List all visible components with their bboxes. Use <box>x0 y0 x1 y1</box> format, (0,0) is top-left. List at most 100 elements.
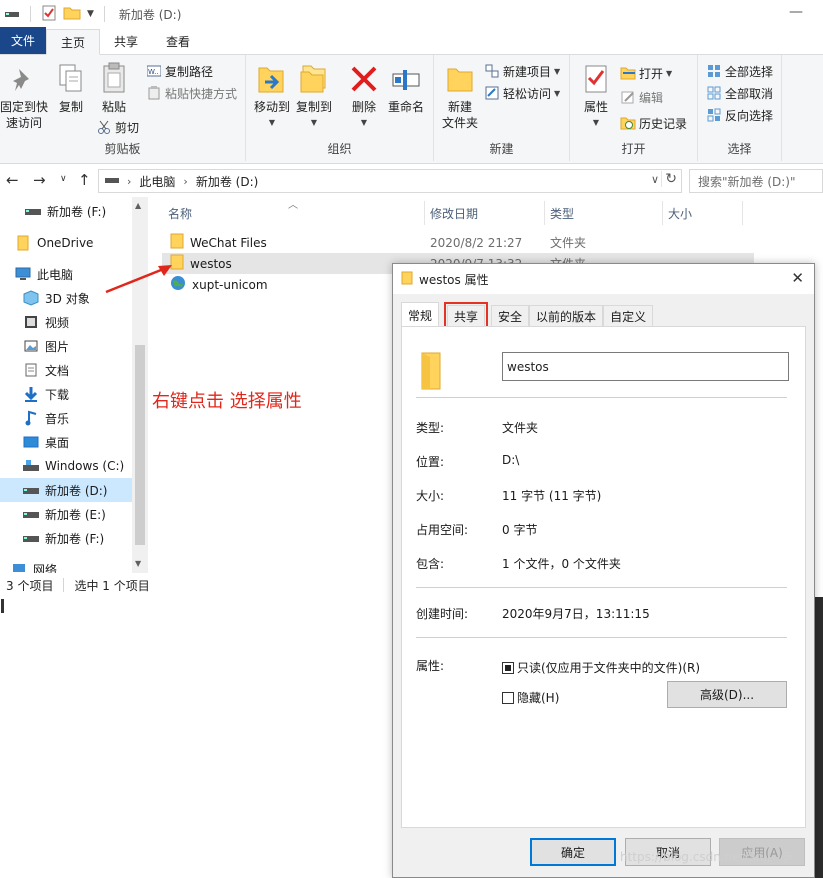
chevron-right-icon: › <box>183 174 188 188</box>
forward-button[interactable]: → <box>33 171 46 189</box>
tab-previous-versions[interactable]: 以前的版本 <box>529 305 604 327</box>
sidebar-item-videos[interactable]: 视频 <box>0 310 132 334</box>
paste-shortcut-button[interactable]: 粘贴快捷方式 <box>146 83 237 103</box>
rename-button[interactable]: 重命名 <box>386 61 426 115</box>
table-row[interactable]: WeChat Files 2020/8/2 21:27 文件夹 <box>162 232 754 253</box>
address-bar[interactable]: › 此电脑 › 新加卷 (D:) ∨ ↻ <box>98 169 682 193</box>
copy-label: 复制 <box>58 100 83 114</box>
tab-security[interactable]: 安全 <box>491 305 530 327</box>
music-icon <box>22 410 40 426</box>
sidebar-item-drive-d[interactable]: 新加卷 (D:) <box>0 478 132 502</box>
tab-view[interactable]: 查看 <box>152 28 204 54</box>
prop-label-type: 类型: <box>416 421 445 435</box>
scroll-up-icon[interactable]: ▲ <box>135 201 141 210</box>
sidebar-item-drive-f[interactable]: 新加卷 (F:) <box>0 526 132 550</box>
select-all-button[interactable]: 全部选择 <box>706 61 773 81</box>
column-divider[interactable] <box>424 201 425 225</box>
folder-icon <box>170 233 184 252</box>
sidebar-scrollbar[interactable]: ▲ ▼ <box>132 197 148 573</box>
back-button[interactable]: ← <box>6 171 19 189</box>
paste-button[interactable]: 粘贴 <box>96 61 132 115</box>
readonly-checkbox[interactable]: 只读(仅应用于文件夹中的文件)(R) <box>502 659 700 676</box>
tab-file[interactable]: 文件 <box>0 27 47 54</box>
breadcrumb-drive-d[interactable]: 新加卷 (D:) <box>196 173 258 190</box>
column-divider[interactable] <box>662 201 663 225</box>
recent-locations-button[interactable]: ∨ <box>60 174 67 184</box>
copy-to-button[interactable]: 复制到 ▼ <box>294 61 334 131</box>
tab-home[interactable]: 主页 <box>46 29 101 55</box>
move-to-label: 移动到 <box>253 100 290 114</box>
dialog-title-bar[interactable]: westos 属性 ✕ <box>393 264 814 294</box>
column-header-size[interactable]: 大小 <box>668 201 692 225</box>
select-none-button[interactable]: 全部取消 <box>706 83 773 103</box>
minimize-button[interactable]: — <box>789 4 803 20</box>
invert-selection-label: 反向选择 <box>725 108 774 123</box>
prop-value-type: 文件夹 <box>502 421 539 435</box>
move-to-button[interactable]: 移动到 ▼ <box>252 61 292 131</box>
sidebar-item-music[interactable]: 音乐 <box>0 406 132 430</box>
column-header-type[interactable]: 类型 <box>550 201 574 225</box>
sidebar-item-label: OneDrive <box>37 236 94 250</box>
address-row: ← → ∨ ↑ › 此电脑 › 新加卷 (D:) ∨ ↻ 搜索"新加卷 (D:)… <box>0 165 823 197</box>
toolbar-divider <box>103 6 105 22</box>
new-item-button[interactable]: 新建项目 ▼ <box>484 61 560 81</box>
properties-button[interactable]: 属性 ▼ <box>578 61 614 131</box>
invert-selection-button[interactable]: 反向选择 <box>706 105 773 125</box>
open-button[interactable]: 打开 ▼ <box>620 63 672 83</box>
tab-general[interactable]: 常规 <box>401 302 440 327</box>
sidebar-item-label: 桌面 <box>45 435 70 450</box>
address-dropdown-button[interactable]: ∨ <box>651 173 659 186</box>
sidebar-item-label: 3D 对象 <box>45 291 90 306</box>
copy-folder-icon <box>297 61 331 97</box>
advanced-button[interactable]: 高级(D)... <box>667 681 787 708</box>
new-folder-button[interactable]: 新建 文件夹 <box>438 61 482 131</box>
refresh-button[interactable]: ↻ <box>661 171 677 187</box>
edit-button[interactable]: 编辑 <box>620 87 663 107</box>
chevron-down-icon[interactable]: ▼ <box>87 9 94 19</box>
edit-label: 编辑 <box>639 90 664 105</box>
sidebar-item-drive-f-top[interactable]: 新加卷 (F:) <box>0 199 132 223</box>
new-group: 新建 文件夹 新建项目 ▼ 轻松访问 ▼ 新建 <box>434 55 570 161</box>
properties-check-icon[interactable] <box>41 5 57 24</box>
hidden-checkbox[interactable]: 隐藏(H) <box>502 689 559 706</box>
sidebar-item-downloads[interactable]: 下载 <box>0 382 132 406</box>
delete-button[interactable]: 删除 ▼ <box>348 61 380 131</box>
copy-path-button[interactable]: W.. 复制路径 <box>146 61 213 81</box>
new-folder-icon[interactable] <box>63 5 81 24</box>
ok-button[interactable]: 确定 <box>530 838 616 866</box>
tab-share[interactable]: 共享 <box>100 28 152 54</box>
tab-customize[interactable]: 自定义 <box>603 305 654 327</box>
properties-check-icon <box>579 61 613 97</box>
column-divider[interactable] <box>742 201 743 225</box>
chevron-down-icon: ▼ <box>268 118 276 127</box>
network-icon <box>10 561 28 573</box>
column-header-name[interactable]: 名称 <box>168 201 192 225</box>
breadcrumb-this-pc[interactable]: 此电脑 <box>139 173 175 190</box>
close-button[interactable]: ✕ <box>791 269 804 287</box>
sidebar-item-pictures[interactable]: 图片 <box>0 334 132 358</box>
open-label: 打开 <box>639 66 664 81</box>
sidebar-item-onedrive[interactable]: OneDrive <box>0 231 132 255</box>
sidebar-item-documents[interactable]: 文档 <box>0 358 132 382</box>
quick-access-toolbar: ▼ <box>0 5 109 24</box>
up-button[interactable]: ↑ <box>78 171 91 189</box>
history-button[interactable]: 历史记录 <box>620 113 687 133</box>
tab-sharing[interactable]: 共享 <box>444 302 489 330</box>
scroll-down-icon[interactable]: ▼ <box>135 559 141 568</box>
column-header-date[interactable]: 修改日期 <box>430 201 478 225</box>
sidebar-item-network[interactable]: 网络 <box>0 557 132 573</box>
search-input[interactable]: 搜索"新加卷 (D:)" <box>689 169 823 193</box>
cut-button[interactable]: 剪切 <box>96 117 139 137</box>
pin-quick-access-button[interactable]: 固定到快 速访问 <box>0 61 48 131</box>
easy-access-button[interactable]: 轻松访问 ▼ <box>484 83 560 103</box>
folder-name-field[interactable]: westos <box>502 352 789 381</box>
scrollbar-thumb[interactable] <box>135 345 145 545</box>
folder-icon <box>443 61 477 97</box>
delete-label: 删除 <box>351 100 376 114</box>
sidebar-item-drive-c[interactable]: Windows (C:) <box>0 454 132 478</box>
column-divider[interactable] <box>544 201 545 225</box>
copy-button[interactable]: 复制 <box>54 61 88 115</box>
sidebar-item-desktop[interactable]: 桌面 <box>0 430 132 454</box>
cut-label: 剪切 <box>115 120 140 135</box>
sidebar-item-drive-e[interactable]: 新加卷 (E:) <box>0 502 132 526</box>
